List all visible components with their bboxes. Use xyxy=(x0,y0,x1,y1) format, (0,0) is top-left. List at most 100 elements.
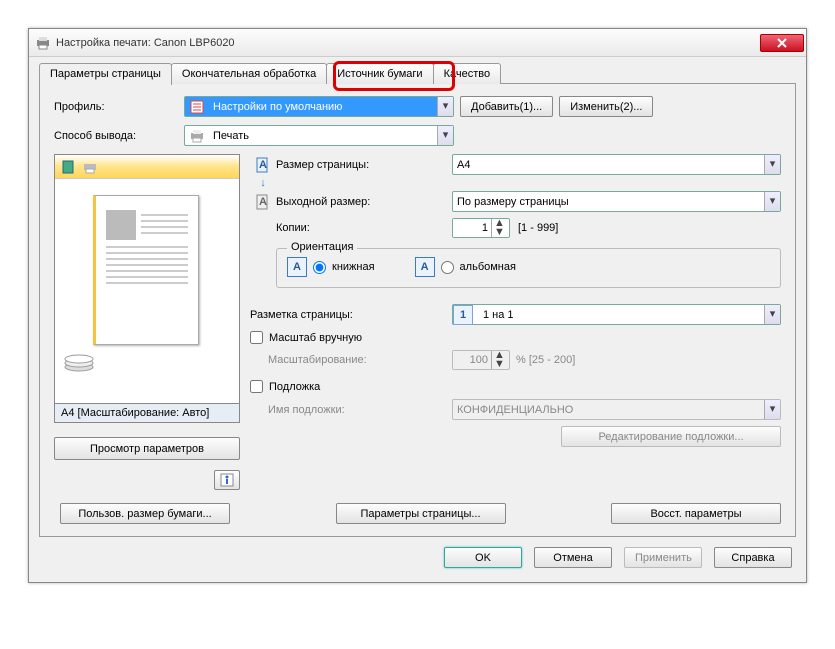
print-settings-dialog: Настройка печати: Canon LBP6020 Параметр… xyxy=(28,28,807,583)
page-parameters-button[interactable]: Параметры страницы... xyxy=(336,503,506,524)
row-copies: Копии: ▲▼ [1 - 999] xyxy=(250,218,781,238)
preview-mode-printer-icon[interactable] xyxy=(81,158,99,176)
scaling-spinner: ▲▼ xyxy=(452,350,510,370)
dropdown-arrow-icon: ▾ xyxy=(764,155,780,174)
tab-label: Окончательная обработка xyxy=(182,68,316,80)
tab-quality[interactable]: Качество xyxy=(433,63,502,84)
tab-paper-source[interactable]: Источник бумаги xyxy=(326,63,433,84)
page-size-icon: A xyxy=(250,156,276,174)
manual-scale-checkbox[interactable] xyxy=(250,331,263,344)
profile-value: Настройки по умолчанию xyxy=(209,101,437,113)
portrait-radio[interactable] xyxy=(313,261,326,274)
watermark-name-combo: КОНФИДЕНЦИАЛЬНО ▾ xyxy=(452,399,781,420)
preview-line xyxy=(141,220,188,222)
view-parameters-button[interactable]: Просмотр параметров xyxy=(54,437,240,460)
row-profile: Профиль: Настройки по умолчанию ▾ Добави… xyxy=(54,96,781,117)
copies-label: Копии: xyxy=(276,222,452,234)
profile-combo[interactable]: Настройки по умолчанию ▾ xyxy=(184,96,454,117)
scaling-range: % [25 - 200] xyxy=(516,354,575,366)
watermark-name-label: Имя подложки: xyxy=(268,404,452,416)
bottom-button-row: Пользов. размер бумаги... Параметры стра… xyxy=(54,493,781,524)
custom-paper-size-button[interactable]: Пользов. размер бумаги... xyxy=(60,503,230,524)
row-manual-scale: Масштаб вручную xyxy=(250,331,781,344)
layout-label: Разметка страницы: xyxy=(250,309,452,321)
preview-info-icon-container xyxy=(54,470,240,493)
preview-line xyxy=(106,276,188,278)
layout-combo[interactable]: 1 1 на 1 ▾ xyxy=(452,304,781,325)
tab-label: Качество xyxy=(444,68,491,80)
paper-stack-icon xyxy=(63,347,95,373)
landscape-radio[interactable] xyxy=(441,261,454,274)
layout-icon: 1 xyxy=(453,305,473,325)
help-button[interactable]: Справка xyxy=(714,547,792,568)
orientation-landscape-option[interactable]: A альбомная xyxy=(415,257,516,277)
apply-button: Применить xyxy=(624,547,702,568)
row-orientation: Ориентация A книжная A xyxy=(250,244,781,298)
dropdown-arrow-icon: ▾ xyxy=(764,305,780,324)
profile-label: Профиль: xyxy=(54,101,184,113)
dropdown-arrow-icon: ▾ xyxy=(437,126,453,145)
restore-defaults-button[interactable]: Восст. параметры xyxy=(611,503,781,524)
output-method-value: Печать xyxy=(209,130,437,142)
portrait-label: книжная xyxy=(332,261,375,273)
edit-profile-button[interactable]: Изменить(2)... xyxy=(559,96,653,117)
window-title: Настройка печати: Canon LBP6020 xyxy=(56,37,760,49)
preview-line xyxy=(141,232,188,234)
preview-line xyxy=(106,258,188,260)
row-output-method: Способ вывода: Печать ▾ xyxy=(54,125,781,146)
watermark-checkbox[interactable] xyxy=(250,380,263,393)
info-icon[interactable] xyxy=(214,470,240,490)
page-preview xyxy=(93,195,199,345)
layout-value: 1 на 1 xyxy=(479,309,764,321)
arrow-down-icon: ↓ xyxy=(250,177,276,189)
dropdown-arrow-icon: ▾ xyxy=(764,192,780,211)
preview-line xyxy=(141,226,188,228)
tab-finishing[interactable]: Окончательная обработка xyxy=(171,63,327,84)
landscape-label: альбомная xyxy=(460,261,516,273)
preview-mode-page-icon[interactable] xyxy=(59,158,77,176)
copies-input[interactable] xyxy=(453,219,491,237)
copies-spinner[interactable]: ▲▼ xyxy=(452,218,510,238)
spinner-arrows[interactable]: ▲▼ xyxy=(491,219,507,237)
row-watermark-name: Имя подложки: КОНФИДЕНЦИАЛЬНО ▾ xyxy=(268,399,781,420)
close-button[interactable] xyxy=(760,34,804,52)
landscape-icon: A xyxy=(415,257,435,277)
watermark-label: Подложка xyxy=(269,381,320,393)
scaling-label: Масштабирование: xyxy=(268,354,452,366)
preview-line xyxy=(106,270,188,272)
row-layout: Разметка страницы: 1 1 на 1 ▾ xyxy=(250,304,781,325)
page-size-combo[interactable]: A4 ▾ xyxy=(452,154,781,175)
preview-line xyxy=(106,282,188,284)
tab-label: Источник бумаги xyxy=(337,68,422,80)
tab-label: Параметры страницы xyxy=(50,68,161,80)
svg-text:A: A xyxy=(259,196,267,208)
preview-line xyxy=(106,264,188,266)
edit-watermark-button: Редактирование подложки... xyxy=(561,426,781,447)
dropdown-arrow-icon: ▾ xyxy=(764,400,780,419)
page-size-label: Размер страницы: xyxy=(276,159,452,171)
profile-icon xyxy=(189,99,205,115)
main-columns: A4 [Масштабирование: Авто] Просмотр пара… xyxy=(54,154,781,493)
tab-page-params[interactable]: Параметры страницы xyxy=(39,63,172,85)
output-method-combo[interactable]: Печать ▾ xyxy=(184,125,454,146)
output-size-label: Выходной размер: xyxy=(276,196,452,208)
printer-icon xyxy=(35,35,51,51)
settings-column: A Размер страницы: A4 ▾ ↓ xyxy=(250,154,781,493)
preview-caption: A4 [Масштабирование: Авто] xyxy=(54,404,240,423)
output-size-value: По размеру страницы xyxy=(453,196,764,208)
orientation-portrait-option[interactable]: A книжная xyxy=(287,257,375,277)
ok-button[interactable]: OK xyxy=(444,547,522,568)
output-method-label: Способ вывода: xyxy=(54,130,184,142)
preview-line xyxy=(141,214,188,216)
output-size-combo[interactable]: По размеру страницы ▾ xyxy=(452,191,781,212)
preview-line xyxy=(106,252,188,254)
cancel-button[interactable]: Отмена xyxy=(534,547,612,568)
preview-toolbar xyxy=(55,155,239,179)
row-page-size: A Размер страницы: A4 ▾ xyxy=(250,154,781,175)
add-profile-button[interactable]: Добавить(1)... xyxy=(460,96,553,117)
row-scaling: Масштабирование: ▲▼ % [25 - 200] xyxy=(268,350,781,370)
tabs-container: Параметры страницы Окончательная обработ… xyxy=(29,57,806,537)
arrow-down-row: ↓ xyxy=(250,177,781,189)
preview-image-placeholder xyxy=(106,210,136,240)
svg-text:A: A xyxy=(259,159,267,171)
